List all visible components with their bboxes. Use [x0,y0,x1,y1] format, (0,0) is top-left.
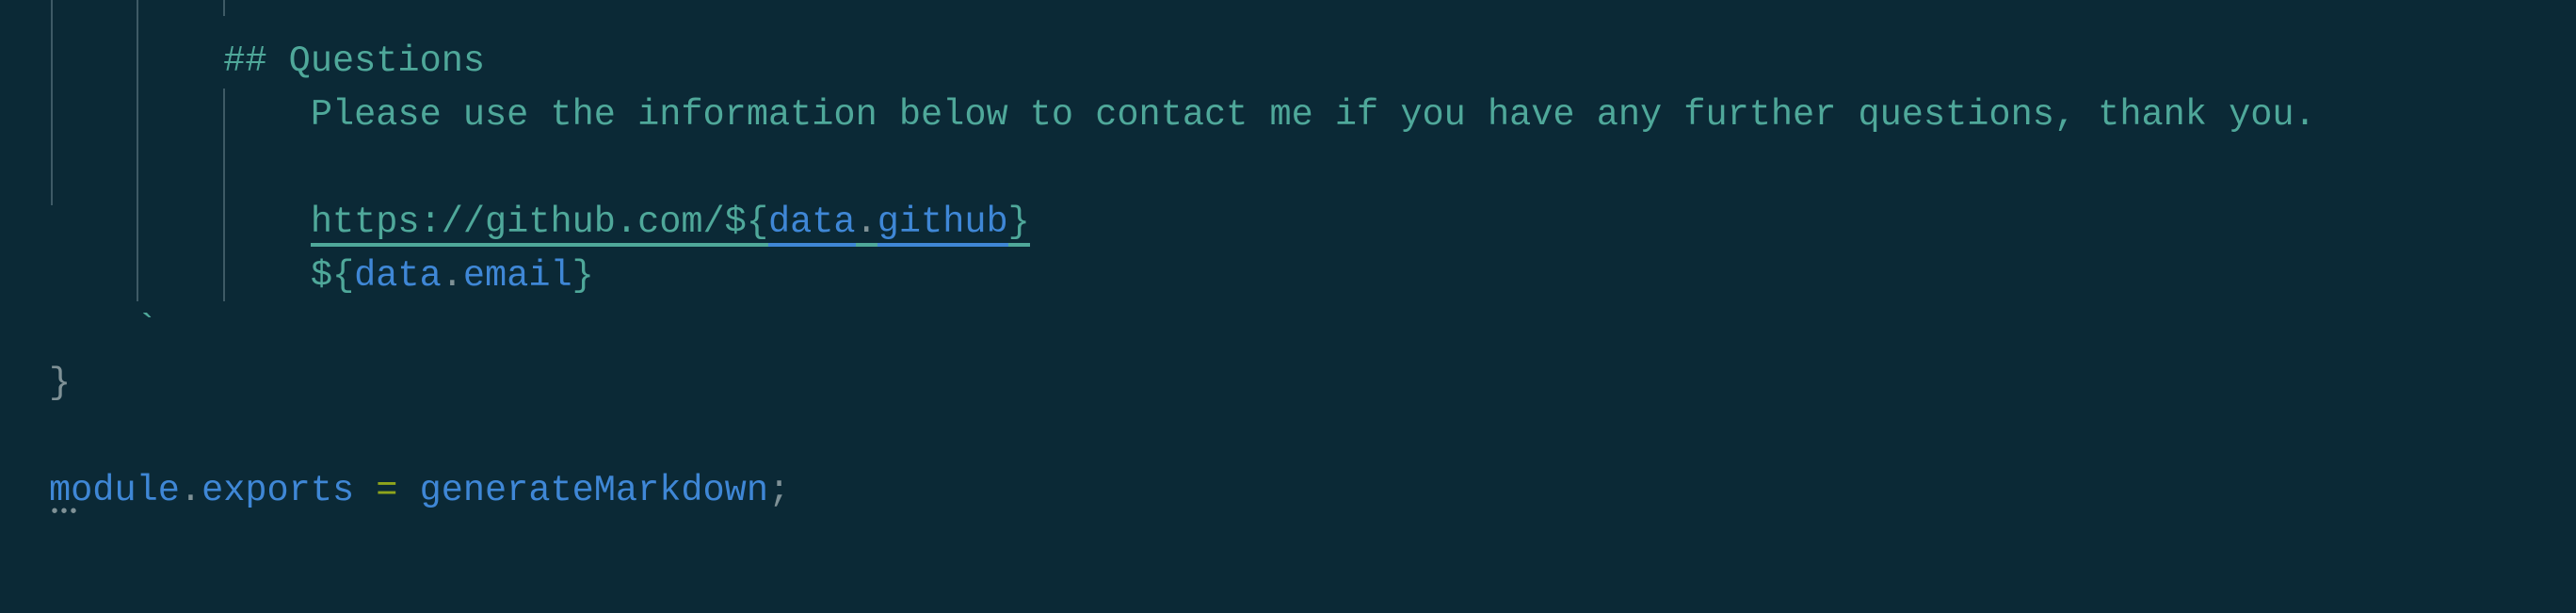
paragraph-text: Please use the information below to cont… [310,94,2316,136]
link-prop: github [877,202,1008,247]
close-brace: } [49,363,72,404]
code-line-backtick: ` [49,303,2576,357]
email-open: ${ [310,255,355,297]
code-line-email: ${data.email} [49,250,2576,303]
github-link[interactable]: https://github.com/${data.github} [310,202,1030,247]
code-line-export: module.exports = generateMarkdown; [49,464,2576,518]
email-obj: data [354,255,442,297]
export-value: generateMarkdown [419,470,768,511]
link-close: } [1007,202,1030,243]
email-dot: . [441,255,463,297]
export-prop: exports [201,470,355,511]
code-editor[interactable]: ## Questions Please use the information … [49,0,2576,613]
semicolon: ; [768,470,791,511]
code-line-heading: ## Questions [49,35,2576,89]
code-line-paragraph: Please use the information below to cont… [49,89,2576,142]
link-obj: data [767,202,856,247]
code-line-link: https://github.com/${data.github} [49,196,2576,250]
code-line-close-brace: } [49,357,2576,411]
markdown-heading: ## Questions [223,40,486,82]
email-prop: email [462,255,572,297]
assign-operator: = [354,470,420,511]
link-prefix: https://github.com/${ [310,202,768,243]
export-dot: . [179,470,202,511]
template-backtick: ` [136,309,158,350]
email-close: } [572,255,594,297]
hint-dots-icon[interactable]: ••• [49,504,79,523]
link-dot: . [855,202,877,243]
